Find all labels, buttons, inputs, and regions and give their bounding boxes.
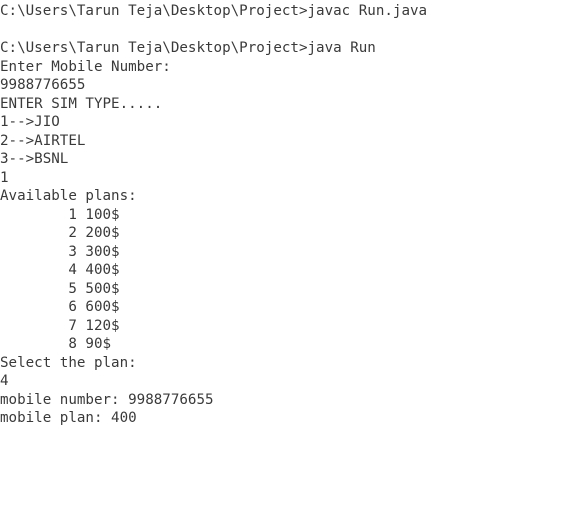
output-mobile-plan: mobile plan: 400 [0,410,137,426]
prompt-select-plan: Select the plan: [0,354,137,371]
input-mobile-number: 9988776655 [0,77,86,93]
plan-option: 4 400$ [0,262,120,278]
plan-option: 1 100$ [0,206,120,223]
available-plans-heading: Available plans: [0,188,137,204]
plan-option: 2 200$ [0,225,120,241]
plan-option: 6 600$ [0,299,120,315]
sim-option-bsnl: 3-->BSNL [0,151,69,167]
sim-option-jio: 1-->JIO [0,114,60,130]
plan-option: 8 90$ [0,336,112,352]
prompt-mobile-number: Enter Mobile Number: [0,58,171,75]
input-plan-choice: 4 [0,373,9,389]
command-line-compile: C:\Users\Tarun Teja\Desktop\Project>java… [0,3,428,19]
input-sim-type: 1 [0,169,9,186]
plan-option: 5 500$ [0,280,120,297]
plan-option: 3 300$ [0,243,120,260]
prompt-sim-type: ENTER SIM TYPE..... [0,95,163,112]
output-mobile-number: mobile number: 9988776655 [0,391,214,408]
console-output[interactable]: C:\Users\Tarun Teja\Desktop\Project>java… [0,0,573,516]
plan-option: 7 120$ [0,317,120,334]
sim-option-airtel: 2-->AIRTEL [0,132,86,149]
command-line-run: C:\Users\Tarun Teja\Desktop\Project>java… [0,40,376,56]
